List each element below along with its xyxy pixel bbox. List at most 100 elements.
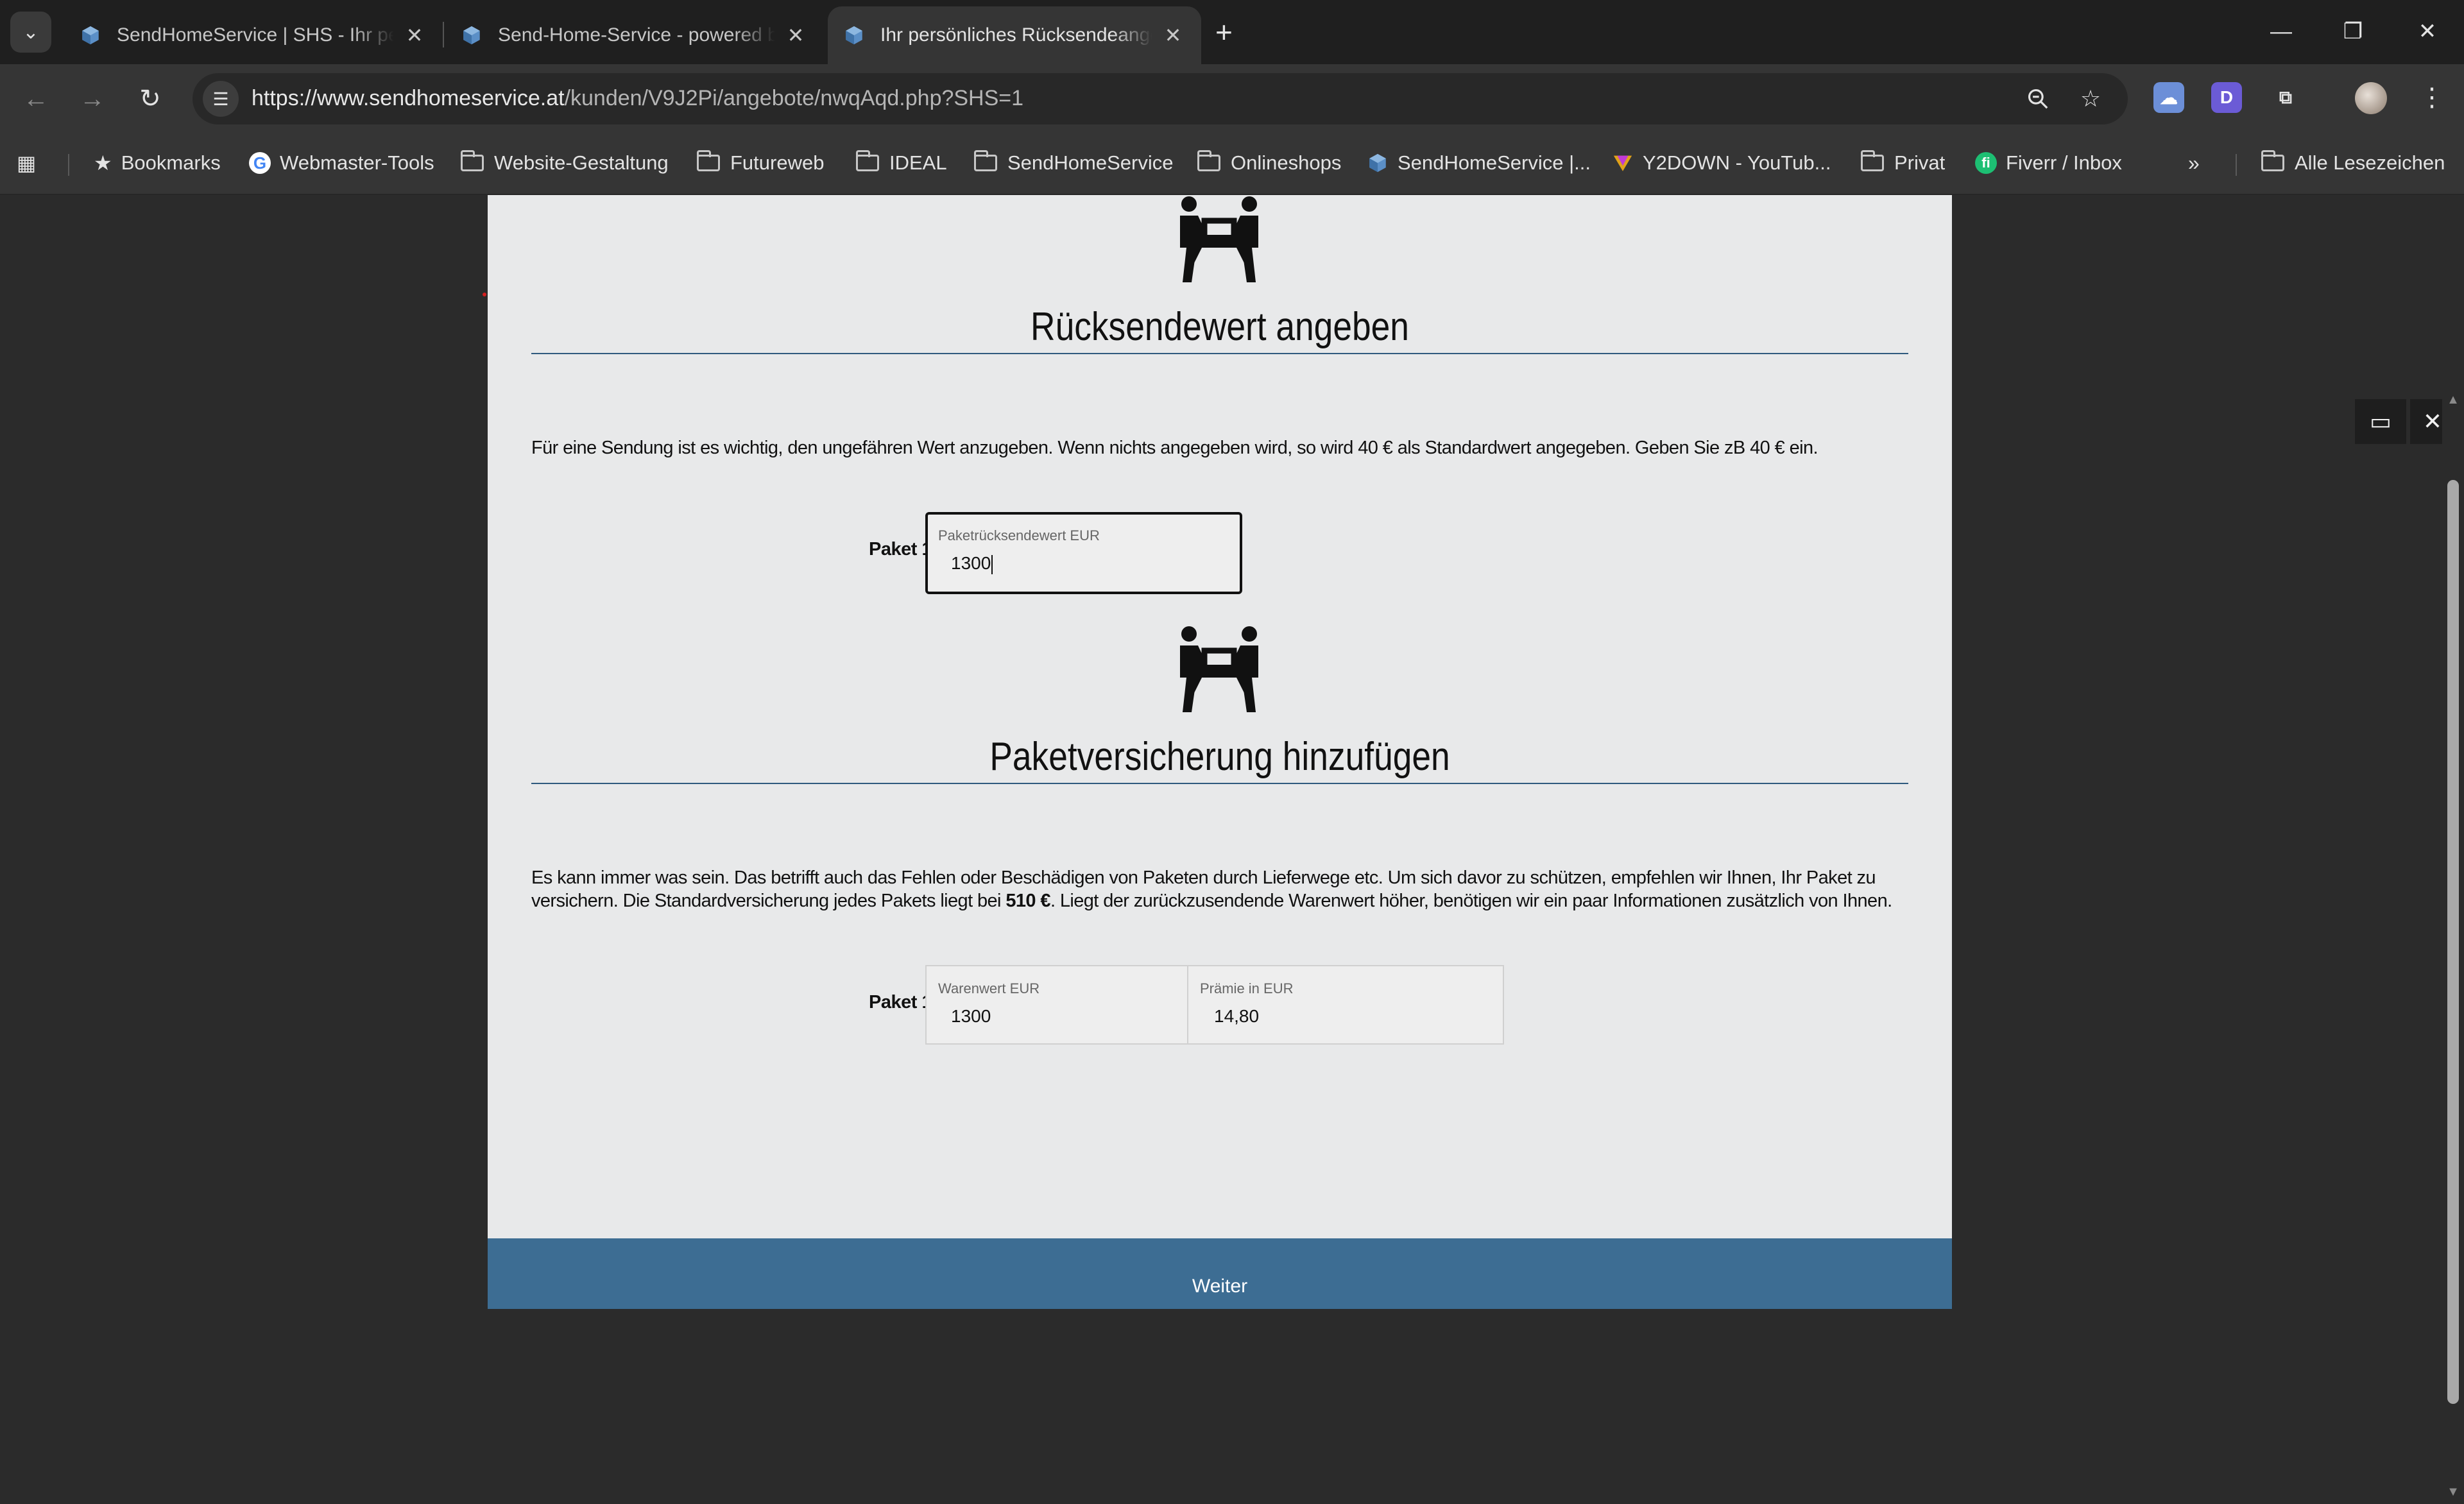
- bookmark-bookmarks[interactable]: ★ Bookmarks: [94, 146, 221, 180]
- weiter-button[interactable]: Weiter: [488, 1238, 1952, 1309]
- extensions-button[interactable]: ⧉: [2270, 82, 2301, 113]
- site-info-button[interactable]: ☰: [203, 81, 239, 117]
- tab-search-button[interactable]: ⌄: [10, 12, 51, 53]
- apps-button[interactable]: ▦: [17, 146, 45, 180]
- extension-d-button[interactable]: D: [2211, 82, 2242, 113]
- y2down-icon: [1613, 155, 1632, 171]
- bookmark-y2down[interactable]: Y2DOWN - YouTub...: [1612, 146, 1831, 180]
- section-divider: [531, 783, 1908, 784]
- arrow-right-icon: →: [80, 84, 105, 113]
- folder-icon: [974, 150, 997, 171]
- section-divider: [531, 353, 1908, 354]
- folder-icon: [856, 150, 879, 171]
- bookmark-sendhomeservice-site[interactable]: SendHomeService |...: [1367, 146, 1591, 180]
- red-marker-dot: [483, 293, 486, 296]
- page-viewport: Rücksendewert angeben Für eine Sendung i…: [0, 195, 2464, 1504]
- bookmark-label: Alle Lesezeichen: [2295, 151, 2445, 174]
- tab-title: SendHomeService | SHS - Ihr pers: [117, 24, 394, 46]
- close-icon: ✕: [2418, 19, 2437, 44]
- url-text[interactable]: https://www.sendhomeservice.at/kunden/V9…: [252, 86, 1023, 111]
- bookmark-label: Fiverr / Inbox: [2006, 151, 2122, 174]
- bookmark-separator: [2236, 154, 2237, 176]
- extension-cloud-button[interactable]: ☁: [2153, 82, 2184, 113]
- double-chevron-right-icon: »: [2188, 151, 2200, 175]
- page-scrollbar[interactable]: ▲ ▼: [2442, 390, 2464, 1504]
- ruecksendewert-description: Für eine Sendung ist es wichtig, den ung…: [531, 438, 1818, 458]
- bookmark-fiverr[interactable]: fi Fiverr / Inbox: [1975, 146, 2122, 180]
- close-tab-icon[interactable]: ✕: [402, 23, 427, 47]
- bookmark-webmaster-tools[interactable]: G Webmaster-Tools: [249, 146, 434, 180]
- minimize-button[interactable]: —: [2252, 9, 2310, 54]
- browser-menu-button[interactable]: ⋮: [2419, 78, 2445, 117]
- section-title-paketversicherung: Paketversicherung hinzufügen: [989, 735, 1450, 779]
- address-bar[interactable]: ☰ https://www.sendhomeservice.at/kunden/…: [193, 73, 2128, 124]
- close-window-button[interactable]: ✕: [2399, 9, 2456, 54]
- tab-separator: [443, 22, 444, 47]
- field-label: Paketrücksendewert EUR: [938, 527, 1100, 543]
- all-bookmarks-button[interactable]: Alle Lesezeichen: [2261, 146, 2445, 180]
- more-bookmarks-button[interactable]: »: [2188, 146, 2209, 180]
- chevron-down-icon: ⌄: [22, 21, 39, 43]
- profile-avatar[interactable]: [2355, 82, 2387, 114]
- folder-icon: [2261, 150, 2284, 171]
- bookmark-ideal[interactable]: IDEAL: [856, 146, 947, 180]
- zoom-button[interactable]: [2021, 82, 2055, 115]
- scroll-up-arrow-icon[interactable]: ▲: [2446, 393, 2460, 407]
- people-carrying-box-icon: [1180, 196, 1258, 282]
- field-value: 14,80: [1214, 1006, 1260, 1026]
- bookmark-sendhomeservice-folder[interactable]: SendHomeService: [974, 146, 1173, 180]
- bookmark-website-gestaltung[interactable]: Website-Gestaltung: [461, 146, 669, 180]
- bookmark-label: SendHomeService |...: [1398, 151, 1591, 174]
- bookmark-futureweb[interactable]: Futureweb: [697, 146, 824, 180]
- field-value-text: 1300: [951, 553, 991, 573]
- tab-1[interactable]: SendHomeService | SHS - Ihr pers ✕: [64, 6, 443, 64]
- bookmark-star-button[interactable]: ☆: [2074, 82, 2107, 115]
- new-tab-button[interactable]: +: [1215, 17, 1233, 47]
- back-button[interactable]: ←: [15, 78, 56, 119]
- folder-icon: [697, 150, 720, 171]
- bookmark-label: IDEAL: [889, 151, 947, 174]
- text-caret: [991, 554, 993, 574]
- praemie-input[interactable]: Prämie in EUR 14,80: [1187, 965, 1504, 1045]
- bookmark-label: Webmaster-Tools: [280, 151, 434, 174]
- reload-button[interactable]: ↻: [130, 78, 171, 119]
- cube-icon: [846, 26, 862, 45]
- arrow-left-icon: ←: [23, 84, 49, 113]
- forward-button[interactable]: →: [72, 78, 113, 119]
- restore-button[interactable]: ❐: [2324, 9, 2382, 54]
- puzzle-icon: ⧉: [2279, 87, 2292, 107]
- bookmark-onlineshops[interactable]: Onlineshops: [1197, 146, 1341, 180]
- bookmark-label: Y2DOWN - YouTub...: [1643, 151, 1831, 174]
- bookmark-label: Bookmarks: [121, 151, 221, 174]
- tab-2[interactable]: Send-Home-Service - powered by ✕: [445, 6, 824, 64]
- paketversicherung-description: Es kann immer was sein. Das betrifft auc…: [531, 866, 1904, 912]
- tab-title: Ihr persönliches Rücksendeangebot: [880, 24, 1152, 46]
- people-carrying-box-icon: [1180, 626, 1258, 712]
- folder-icon: [1197, 150, 1220, 171]
- star-icon: ★: [94, 151, 112, 175]
- reload-icon: ↻: [139, 85, 161, 113]
- bookmark-label: SendHomeService: [1007, 151, 1174, 174]
- close-tab-icon[interactable]: ✕: [783, 23, 809, 47]
- paket-label: Paket 1: [869, 992, 932, 1013]
- star-outline-icon: ☆: [2080, 85, 2101, 112]
- maximize-overlay-button[interactable]: ▭: [2355, 399, 2406, 444]
- scrollbar-thumb[interactable]: [2447, 480, 2459, 1404]
- bookmark-label: Onlineshops: [1231, 151, 1342, 174]
- bookmark-privat[interactable]: Privat: [1861, 146, 1945, 180]
- minimize-icon: —: [2270, 19, 2292, 44]
- field-label: Warenwert EUR: [938, 980, 1040, 996]
- warenwert-input[interactable]: Warenwert EUR 1300: [925, 965, 1188, 1045]
- paket-label: Paket 1: [869, 539, 932, 560]
- cube-icon: [1369, 153, 1386, 173]
- paketruecksendewert-input[interactable]: Paketrücksendewert EUR 1300: [925, 512, 1242, 594]
- bookmark-label: Futureweb: [730, 151, 825, 174]
- standard-insurance-amount: 510 €: [1005, 891, 1050, 911]
- tab-3-active[interactable]: Ihr persönliches Rücksendeangebot ✕: [828, 6, 1201, 64]
- d-logo-icon: D: [2220, 87, 2234, 107]
- cloud-icon: ☁: [2160, 87, 2178, 108]
- section-title-ruecksendewert: Rücksendewert angeben: [1031, 305, 1409, 349]
- description-text: . Liegt der zurückzusendende Warenwert h…: [1050, 891, 1892, 911]
- close-tab-icon[interactable]: ✕: [1160, 23, 1186, 47]
- scroll-down-arrow-icon[interactable]: ▼: [2446, 1485, 2460, 1499]
